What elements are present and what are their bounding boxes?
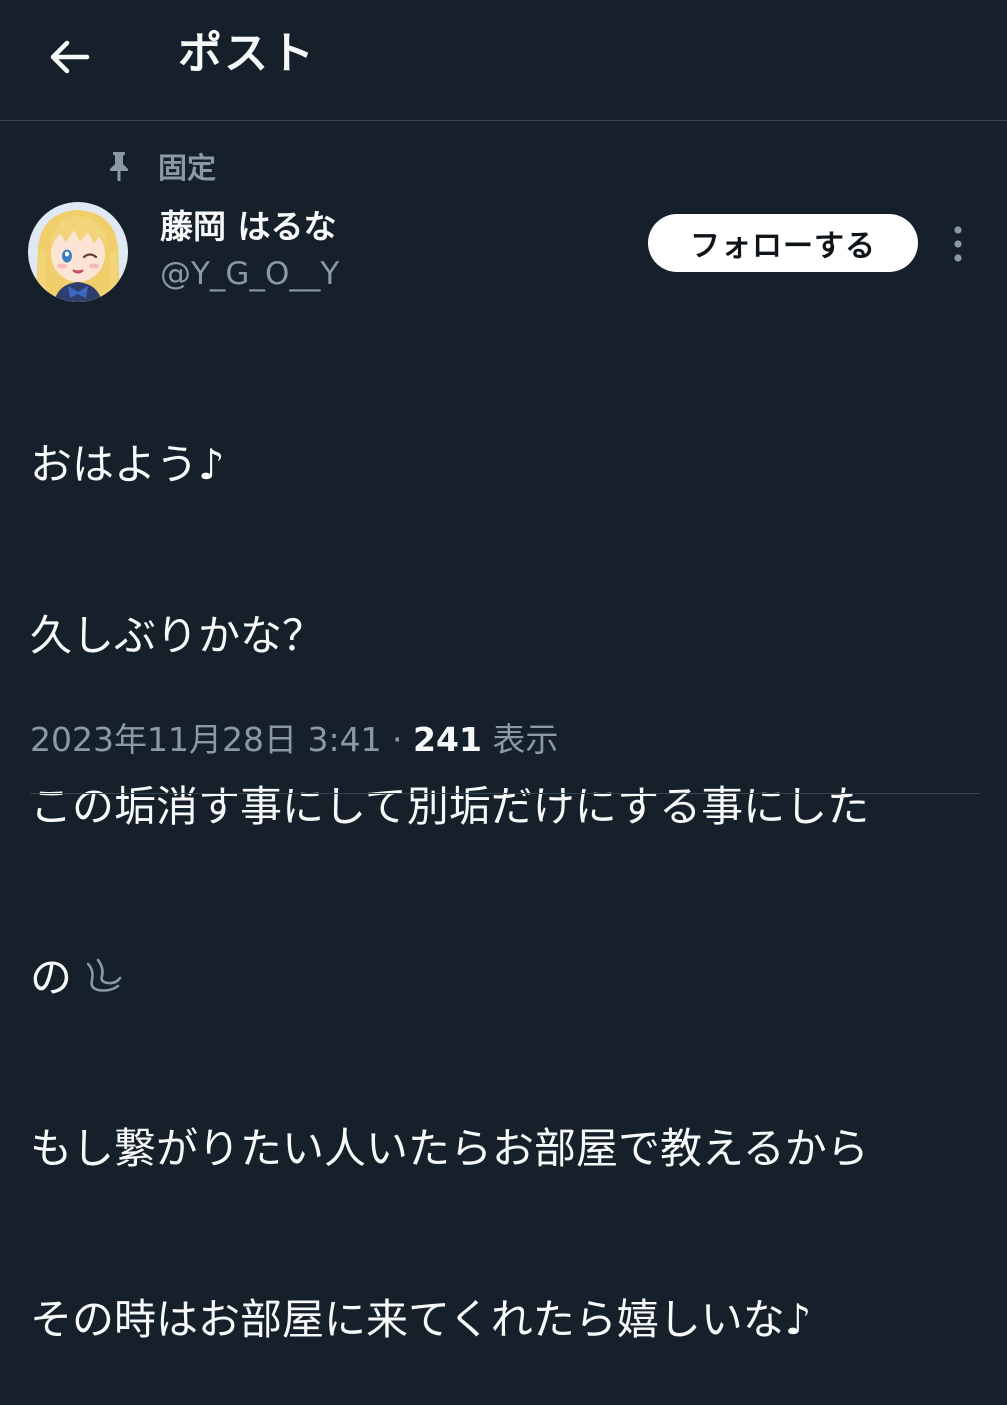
back-button[interactable]	[40, 28, 98, 86]
top-bar: ポスト	[0, 0, 1007, 121]
author-display-name[interactable]: 藤岡 はるな	[160, 204, 337, 250]
pinned-indicator: 固定	[104, 142, 216, 190]
tweet-line-with-emoji: の	[30, 949, 980, 1006]
tweet-text: おはよう♪ 久しぶりかな？ この垢消す事にして別垢だけにする事にした の もし繋…	[30, 322, 980, 1405]
tweet-line: おはよう♪	[30, 440, 225, 489]
tweet-line: もし繋がりたい人いたらお部屋で教えるから	[30, 1124, 869, 1173]
tweet-line: 久しぶりかな？	[30, 611, 325, 660]
tweet-line: の	[30, 953, 73, 1002]
avatar-image	[28, 202, 128, 302]
meta-separator: ·	[381, 720, 414, 759]
arrow-left-icon	[50, 40, 90, 74]
views-label: 表示	[481, 720, 559, 759]
tweet-metadata: 2023年11月28日 3:41 · 241 表示	[30, 716, 558, 764]
author-handle[interactable]: @Y_G_O__Y	[160, 252, 339, 296]
tweet-line: その時はお部屋に来てくれたら嬉しいな♪	[30, 1295, 812, 1344]
pin-icon	[110, 152, 128, 181]
views-count[interactable]: 241	[413, 720, 482, 759]
tweet-line: この垢消す事にして別垢だけにする事にした	[30, 782, 870, 831]
more-vertical-icon	[954, 226, 962, 262]
sweat-droplet-icon	[86, 958, 122, 992]
follow-button[interactable]: フォローする	[648, 214, 918, 272]
pinned-label: 固定	[158, 151, 217, 185]
page-title: ポスト	[178, 28, 316, 79]
tweet-timestamp[interactable]: 2023年11月28日 3:41	[30, 720, 382, 759]
avatar[interactable]	[28, 202, 128, 302]
divider	[30, 793, 980, 794]
more-options-button[interactable]	[940, 216, 976, 272]
